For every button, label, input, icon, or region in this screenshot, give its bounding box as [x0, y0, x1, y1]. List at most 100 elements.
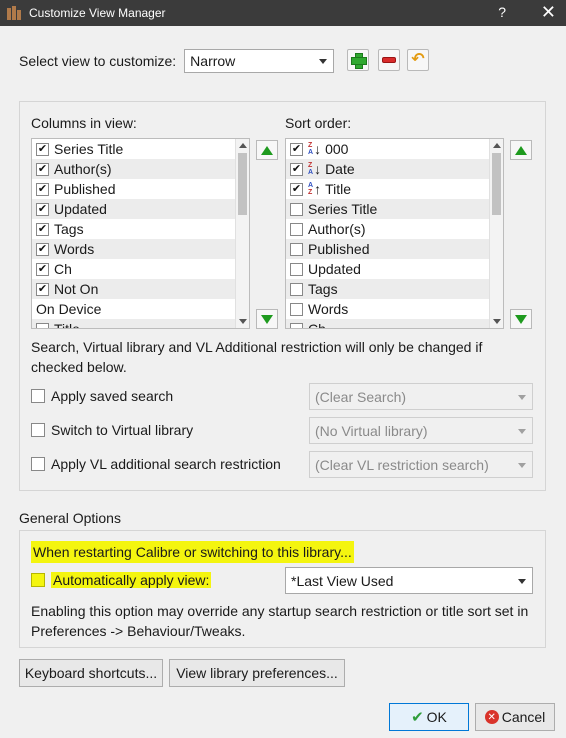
restriction-note: Search, Virtual library and VL Additiona…	[31, 339, 483, 375]
list-item[interactable]: On Device	[32, 299, 235, 319]
item-checkbox[interactable]: ✔	[290, 182, 303, 196]
item-checkbox[interactable]	[36, 322, 49, 328]
item-checkbox[interactable]: ✔	[36, 242, 49, 256]
minus-icon	[382, 57, 396, 63]
view-select-dropdown[interactable]: Narrow	[184, 49, 335, 73]
ok-label: OK	[426, 709, 447, 725]
list-item[interactable]: ✔ Series Title	[32, 139, 235, 159]
move-down-icon	[261, 314, 273, 324]
list-item[interactable]: ✔ Not On	[32, 279, 235, 299]
list-item[interactable]: ✔ Author(s)	[32, 159, 235, 179]
item-checkbox[interactable]: ✔	[36, 282, 49, 296]
columns-list[interactable]: ✔ Series Title ✔ Author(s) ✔ Published ✔ Update…	[31, 138, 250, 329]
list-item[interactable]: Published	[286, 239, 489, 259]
item-checkbox[interactable]	[290, 262, 303, 276]
columns-scrollbar[interactable]	[235, 139, 249, 328]
dropdown-arrow-icon	[319, 59, 328, 64]
saved-search-checkbox[interactable]	[31, 389, 45, 403]
list-item[interactable]: ✔ Z A ↓ 000	[286, 139, 489, 159]
item-checkbox[interactable]	[290, 242, 303, 256]
list-item[interactable]: Title	[32, 319, 235, 329]
item-label: Published	[308, 241, 370, 257]
view-select-label: Select view to customize:	[19, 53, 177, 69]
help-icon[interactable]: ?	[498, 4, 506, 20]
item-checkbox[interactable]: ✔	[290, 142, 303, 156]
dropdown-arrow-icon	[518, 429, 526, 434]
sort-move-down-button[interactable]	[510, 309, 532, 329]
saved-search-label: Apply saved search	[51, 388, 174, 404]
columns-move-up-button[interactable]	[256, 140, 278, 160]
scroll-down-icon[interactable]	[493, 319, 501, 324]
virtual-library-row[interactable]: Switch to Virtual library	[31, 422, 193, 438]
item-label: Title	[54, 321, 80, 329]
item-checkbox[interactable]	[290, 222, 303, 236]
virtual-library-checkbox[interactable]	[31, 423, 45, 437]
saved-search-value: (Clear Search)	[315, 388, 407, 405]
list-item[interactable]: Series Title	[286, 199, 489, 219]
item-label: Author(s)	[308, 221, 366, 237]
scroll-up-icon[interactable]	[493, 143, 501, 148]
vl-restriction-checkbox[interactable]	[31, 457, 45, 471]
cancel-button[interactable]: ✕ Cancel	[475, 703, 555, 731]
list-item[interactable]: Updated	[286, 259, 489, 279]
item-label: Series Title	[308, 201, 378, 217]
ok-button[interactable]: ✔ OK	[389, 703, 469, 731]
restart-note: When restarting Calibre or switching to …	[31, 541, 354, 563]
scroll-thumb[interactable]	[492, 153, 501, 215]
item-checkbox[interactable]: ✔	[36, 182, 49, 196]
close-icon[interactable]: ✕	[541, 2, 556, 23]
columns-move-down-button[interactable]	[256, 309, 278, 329]
list-item[interactable]: ✔ Ch	[32, 259, 235, 279]
scroll-up-icon[interactable]	[239, 143, 247, 148]
dropdown-arrow-icon	[518, 579, 526, 584]
list-item[interactable]: ✔ Updated	[32, 199, 235, 219]
list-item[interactable]: ✔ Tags	[32, 219, 235, 239]
list-item[interactable]: Tags	[286, 279, 489, 299]
list-item[interactable]: Author(s)	[286, 219, 489, 239]
item-label: On Device	[36, 301, 102, 317]
item-checkbox[interactable]: ✔	[36, 162, 49, 176]
add-view-button[interactable]	[347, 49, 369, 71]
move-up-icon	[515, 145, 527, 155]
sort-descending-icon: Z A ↓	[308, 141, 322, 157]
scroll-down-icon[interactable]	[239, 319, 247, 324]
item-checkbox[interactable]	[290, 322, 303, 328]
virtual-library-value: (No Virtual library)	[315, 422, 428, 439]
list-item[interactable]: Words	[286, 299, 489, 319]
auto-apply-dropdown[interactable]: *Last View Used	[285, 567, 533, 594]
vl-restriction-row[interactable]: Apply VL additional search restriction	[31, 456, 281, 472]
scroll-thumb[interactable]	[238, 153, 247, 215]
vl-restriction-dropdown[interactable]: (Clear VL restriction search)	[309, 451, 533, 478]
startup-warning: Enabling this option may override any st…	[31, 603, 529, 639]
virtual-library-dropdown[interactable]: (No Virtual library)	[309, 417, 533, 444]
undo-button[interactable]: ↶	[407, 49, 429, 71]
list-item[interactable]: ✔ Words	[32, 239, 235, 259]
undo-icon: ↶	[411, 51, 425, 68]
window-title: Customize View Manager	[29, 6, 166, 20]
item-checkbox[interactable]: ✔	[36, 222, 49, 236]
item-label: Author(s)	[54, 161, 112, 177]
keyboard-shortcuts-button[interactable]: Keyboard shortcuts...	[19, 659, 163, 687]
auto-apply-checkbox[interactable]	[31, 573, 45, 587]
general-options-title: General Options	[19, 510, 121, 526]
item-checkbox[interactable]	[290, 302, 303, 316]
item-checkbox[interactable]	[290, 282, 303, 296]
remove-view-button[interactable]	[378, 49, 400, 71]
saved-search-dropdown[interactable]: (Clear Search)	[309, 383, 533, 410]
item-checkbox[interactable]: ✔	[290, 162, 303, 176]
auto-apply-row[interactable]: Automatically apply view:	[31, 572, 212, 588]
sort-move-up-button[interactable]	[510, 140, 532, 160]
list-item[interactable]: Ch	[286, 319, 489, 328]
sort-label: Sort order:	[285, 115, 352, 131]
library-preferences-button[interactable]: View library preferences...	[169, 659, 345, 687]
list-item[interactable]: ✔ Z A ↓ Date	[286, 159, 489, 179]
list-item[interactable]: ✔ A Z ↑ Title	[286, 179, 489, 199]
item-checkbox[interactable]: ✔	[36, 202, 49, 216]
sort-scrollbar[interactable]	[489, 139, 503, 328]
item-checkbox[interactable]	[290, 202, 303, 216]
saved-search-row[interactable]: Apply saved search	[31, 388, 173, 404]
item-checkbox[interactable]: ✔	[36, 142, 49, 156]
sort-list[interactable]: ✔ Z A ↓ 000 ✔ Z A ↓ Date ✔ A Z ↑ Title Series Title Auth…	[285, 138, 504, 329]
item-checkbox[interactable]: ✔	[36, 262, 49, 276]
list-item[interactable]: ✔ Published	[32, 179, 235, 199]
